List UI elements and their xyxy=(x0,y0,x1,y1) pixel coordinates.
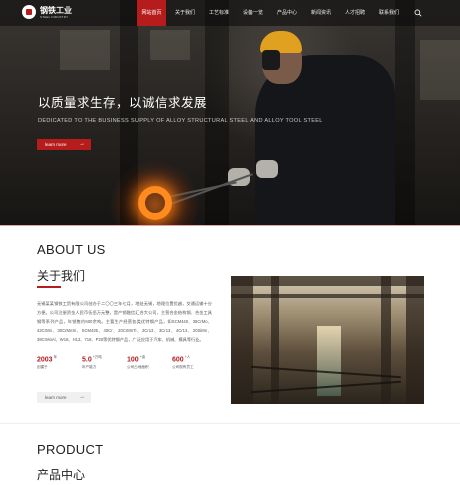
nav-item-equipment[interactable]: 设备一览 xyxy=(238,0,268,26)
hero-subtitle: DEDICATED TO THE BUSINESS SUPPLY OF ALLO… xyxy=(38,118,323,124)
stat-founded: 2003年 创建于 xyxy=(37,355,57,370)
about-title-cn: 关于我们 xyxy=(37,269,86,283)
nav-item-process[interactable]: 工艺标准 xyxy=(204,0,234,26)
logo-name-cn: 钢铁工业 xyxy=(40,4,72,15)
hero-title: 以质量求生存，以诚信求发展 xyxy=(38,95,208,110)
nav-item-careers[interactable]: 人才招聘 xyxy=(340,0,370,26)
factory-pillar xyxy=(395,0,415,225)
stat-label: 公司现有员工 xyxy=(172,365,194,370)
stat-unit: +万吨 xyxy=(92,355,102,359)
stat-unit: +亩 xyxy=(139,355,146,359)
stat-unit: 年 xyxy=(53,355,58,359)
stat-label: 公司占地面积 xyxy=(127,365,149,370)
search-icon[interactable] xyxy=(414,9,422,17)
worker-face-shield xyxy=(262,50,280,70)
about-learn-more-label: learn more xyxy=(45,395,67,400)
site-logo[interactable]: 钢铁工业 STEEL INDUSTRY xyxy=(22,5,72,19)
stat-value: 5.0 xyxy=(82,356,92,364)
arrow-right-icon: → xyxy=(79,141,85,147)
nav-item-products[interactable]: 产品中心 xyxy=(272,0,302,26)
factory-window xyxy=(150,30,190,60)
about-learn-more-button[interactable]: learn more → xyxy=(37,392,91,403)
stat-area: 100+亩 公司占地面积 xyxy=(127,355,149,370)
product-title-cn: 产品中心 xyxy=(37,468,86,482)
stat-employees: 600+人 公司现有员工 xyxy=(172,355,194,370)
column xyxy=(406,276,424,404)
column xyxy=(271,276,279,404)
top-navigation: 钢铁工业 STEEL INDUSTRY 网站首页 关于我们 工艺标准 设备一览 … xyxy=(0,0,460,26)
about-paragraph: 无锡某某钢铁工贸有限公司创办于二〇〇三年七月，地处无锡，地理位置优越，交通运输十… xyxy=(37,301,212,342)
column xyxy=(231,276,253,404)
glowing-steel-ring xyxy=(138,186,172,220)
nav-item-home[interactable]: 网站首页 xyxy=(137,0,166,26)
section-divider xyxy=(0,225,460,226)
nav-item-about[interactable]: 关于我们 xyxy=(170,0,200,26)
factory-interior-image xyxy=(231,276,424,404)
stat-value: 2003 xyxy=(37,356,53,364)
product-title-en: PRODUCT xyxy=(37,442,104,457)
nav-item-contact[interactable]: 联系我们 xyxy=(374,0,404,26)
stat-unit: +人 xyxy=(184,355,191,359)
logo-name-en: STEEL INDUSTRY xyxy=(40,14,69,19)
logo-icon xyxy=(22,5,36,19)
hero-learn-more-button[interactable]: learn more → xyxy=(37,139,91,150)
stat-value: 600 xyxy=(172,356,184,364)
stat-value: 100 xyxy=(127,356,139,364)
worker-glove xyxy=(256,160,278,178)
arrow-right-icon: → xyxy=(79,394,85,400)
hero-banner: 以质量求生存，以诚信求发展 DEDICATED TO THE BUSINESS … xyxy=(0,0,460,225)
nav-item-news[interactable]: 新闻资讯 xyxy=(306,0,336,26)
factory-pillar xyxy=(120,0,138,225)
factory-window xyxy=(420,40,460,100)
stat-label: 创建于 xyxy=(37,365,48,370)
title-underline xyxy=(37,286,61,288)
stat-capacity: 5.0+万吨 年产能力 xyxy=(82,355,102,370)
roof-beam xyxy=(231,294,424,298)
hero-learn-more-label: learn more xyxy=(45,142,67,147)
factory-window xyxy=(60,30,110,70)
about-title-en: ABOUT US xyxy=(37,242,106,257)
roof-beam xyxy=(231,276,424,286)
section-divider xyxy=(0,423,460,424)
column xyxy=(381,276,391,404)
stat-label: 年产能力 xyxy=(82,365,97,370)
